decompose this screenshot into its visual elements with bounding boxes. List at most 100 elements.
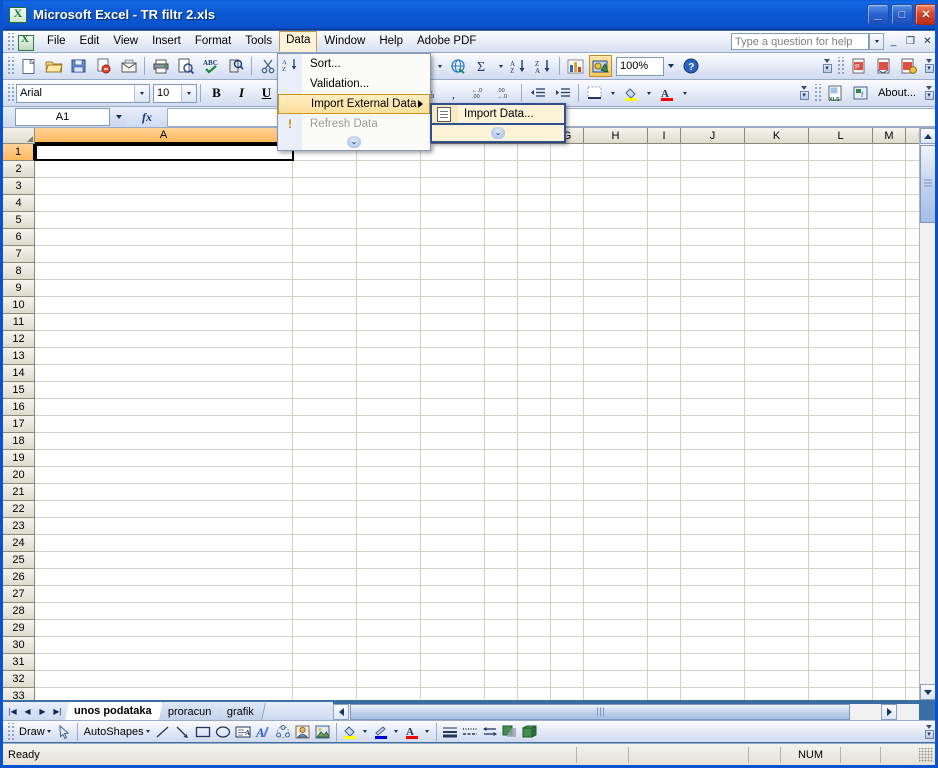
cell-D5[interactable] <box>421 212 485 229</box>
cell-L13[interactable] <box>809 348 873 365</box>
cell-L26[interactable] <box>809 569 873 586</box>
cell-F5[interactable] <box>518 212 551 229</box>
cell-B22[interactable] <box>293 501 357 518</box>
cell-M6[interactable] <box>873 229 906 246</box>
row-header-5[interactable]: 5 <box>3 212 35 229</box>
row-header-24[interactable]: 24 <box>3 535 35 552</box>
cell-B2[interactable] <box>293 161 357 178</box>
cell-H31[interactable] <box>584 654 648 671</box>
column-header-K[interactable]: K <box>745 128 809 144</box>
spelling-icon[interactable]: ABC <box>199 55 222 77</box>
cell-D30[interactable] <box>421 637 485 654</box>
cell-H27[interactable] <box>584 586 648 603</box>
cell-K28[interactable] <box>745 603 809 620</box>
cell-B17[interactable] <box>293 416 357 433</box>
cell-K1[interactable] <box>745 144 809 161</box>
cell-M8[interactable] <box>873 263 906 280</box>
drawing-toolbar-drag-handle[interactable] <box>6 722 14 741</box>
line-style-icon[interactable] <box>440 722 460 741</box>
cell-H23[interactable] <box>584 518 648 535</box>
cell-I29[interactable] <box>648 620 681 637</box>
new-icon[interactable] <box>17 55 40 77</box>
cell-K22[interactable] <box>745 501 809 518</box>
cell-E26[interactable] <box>485 569 518 586</box>
cell-J2[interactable] <box>681 161 745 178</box>
hyperlink-icon[interactable] <box>446 55 469 77</box>
cell-D21[interactable] <box>421 484 485 501</box>
cell-B7[interactable] <box>293 246 357 263</box>
cell-L23[interactable] <box>809 518 873 535</box>
clip-art-icon[interactable] <box>293 722 313 741</box>
cell-F2[interactable] <box>518 161 551 178</box>
cell-H21[interactable] <box>584 484 648 501</box>
permission-icon[interactable] <box>92 55 115 77</box>
cell-K21[interactable] <box>745 484 809 501</box>
row-header-32[interactable]: 32 <box>3 671 35 688</box>
cell-A6[interactable] <box>35 229 293 246</box>
cell-J14[interactable] <box>681 365 745 382</box>
cell-J12[interactable] <box>681 331 745 348</box>
cell-A13[interactable] <box>35 348 293 365</box>
cell-I16[interactable] <box>648 399 681 416</box>
cell-K19[interactable] <box>745 450 809 467</box>
cell-H16[interactable] <box>584 399 648 416</box>
cell-D23[interactable] <box>421 518 485 535</box>
scroll-down-button[interactable] <box>920 684 935 700</box>
cell-E4[interactable] <box>485 195 518 212</box>
shadow-style-icon[interactable] <box>500 722 520 741</box>
cell-G11[interactable] <box>551 314 584 331</box>
close-button[interactable]: ✕ <box>915 4 935 25</box>
chart-wizard-icon[interactable] <box>564 55 587 77</box>
cell-L27[interactable] <box>809 586 873 603</box>
cell-E28[interactable] <box>485 603 518 620</box>
cell-G14[interactable] <box>551 365 584 382</box>
cell-F30[interactable] <box>518 637 551 654</box>
cell-J25[interactable] <box>681 552 745 569</box>
cell-F22[interactable] <box>518 501 551 518</box>
cell-E23[interactable] <box>485 518 518 535</box>
cell-C7[interactable] <box>357 246 421 263</box>
cell-E20[interactable] <box>485 467 518 484</box>
cell-M3[interactable] <box>873 178 906 195</box>
cell-I10[interactable] <box>648 297 681 314</box>
cell-B20[interactable] <box>293 467 357 484</box>
cell-G32[interactable] <box>551 671 584 688</box>
cell-J7[interactable] <box>681 246 745 263</box>
cell-C11[interactable] <box>357 314 421 331</box>
horizontal-scroll-thumb[interactable] <box>350 704 850 720</box>
cell-A8[interactable] <box>35 263 293 280</box>
text-box-icon[interactable]: A <box>233 722 253 741</box>
cell-G2[interactable] <box>551 161 584 178</box>
cell-A1[interactable] <box>35 144 293 161</box>
cell-G4[interactable] <box>551 195 584 212</box>
cell-K16[interactable] <box>745 399 809 416</box>
cell-M13[interactable] <box>873 348 906 365</box>
cell-M23[interactable] <box>873 518 906 535</box>
cell-F31[interactable] <box>518 654 551 671</box>
cell-F33[interactable] <box>518 688 551 700</box>
cell-I9[interactable] <box>648 280 681 297</box>
cell-H11[interactable] <box>584 314 648 331</box>
autosum-dropdown[interactable] <box>495 55 506 77</box>
cell-G6[interactable] <box>551 229 584 246</box>
cell-L29[interactable] <box>809 620 873 637</box>
cell-B14[interactable] <box>293 365 357 382</box>
cell-B29[interactable] <box>293 620 357 637</box>
sheet-tab-grafik[interactable]: grafik <box>218 703 266 720</box>
cell-J17[interactable] <box>681 416 745 433</box>
cell-M32[interactable] <box>873 671 906 688</box>
cell-I5[interactable] <box>648 212 681 229</box>
row-header-8[interactable]: 8 <box>3 263 35 280</box>
cell-K29[interactable] <box>745 620 809 637</box>
cell-M15[interactable] <box>873 382 906 399</box>
cell-F32[interactable] <box>518 671 551 688</box>
select-objects-icon[interactable] <box>54 722 74 741</box>
convert-to-pdf-icon[interactable]: P <box>847 55 870 77</box>
scroll-right-button[interactable] <box>881 704 897 720</box>
dash-style-icon[interactable] <box>460 722 480 741</box>
diagram-icon[interactable] <box>273 722 293 741</box>
cell-E3[interactable] <box>485 178 518 195</box>
addin-toolbar-drag-handle[interactable] <box>813 84 822 102</box>
line-icon[interactable] <box>153 722 173 741</box>
cell-D14[interactable] <box>421 365 485 382</box>
